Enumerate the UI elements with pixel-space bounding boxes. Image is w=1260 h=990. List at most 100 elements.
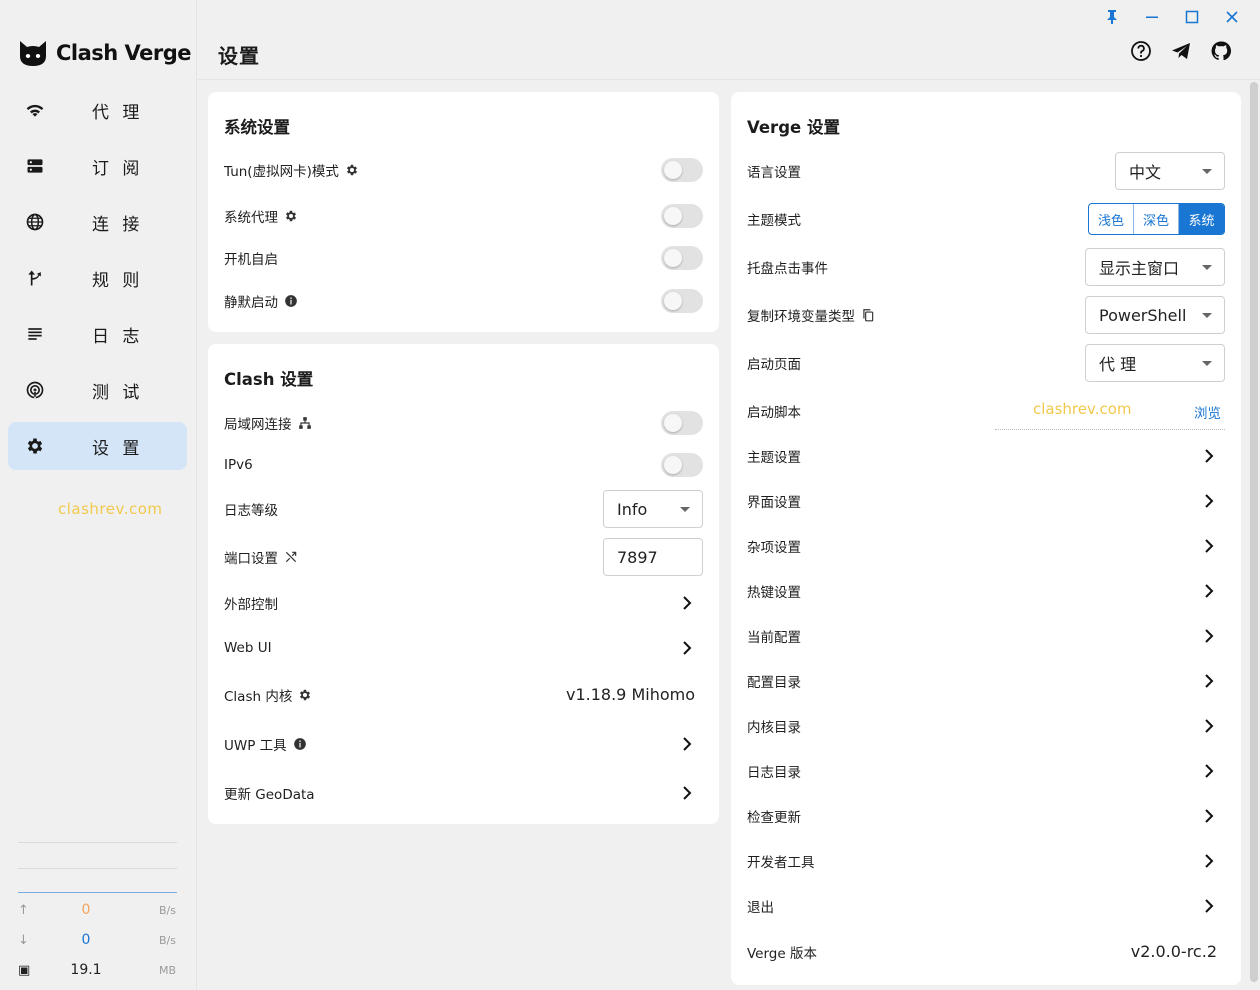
link-row-config-dir[interactable]: 配置目录 — [747, 666, 1225, 696]
auto-launch-toggle[interactable] — [661, 246, 703, 270]
sidebar-item-settings[interactable]: 设 置 — [8, 422, 187, 470]
external-control-label: 外部控制 — [224, 597, 278, 613]
link-label: 内核目录 — [747, 720, 801, 736]
download-speed: ↓ 0 B/s — [18, 932, 177, 948]
verge-version-label: Verge 版本 — [747, 946, 817, 962]
verge-version-row: Verge 版本 v2.0.0-rc.2 — [747, 937, 1225, 967]
lan-toggle[interactable] — [661, 411, 703, 435]
lan-row: 局域网连接 — [224, 408, 703, 438]
sidebar-item-proxy[interactable]: 代 理 — [8, 86, 187, 134]
app-name: Clash Verge — [56, 41, 192, 65]
copy-env-value: PowerShell — [1099, 305, 1187, 325]
sidebar-item-label: 代 理 — [92, 102, 144, 123]
start-script-input[interactable]: clashrev.com 浏览 — [995, 392, 1225, 430]
sidebar-item-rules[interactable]: 规 则 — [8, 254, 187, 302]
log-level-select[interactable]: Info — [603, 490, 703, 528]
link-row-check-update[interactable]: 检查更新 — [747, 801, 1225, 831]
header-actions — [1130, 40, 1232, 62]
gear-icon[interactable] — [284, 209, 298, 223]
theme-system-button[interactable]: 系统 — [1179, 204, 1224, 234]
help-icon[interactable] — [1130, 40, 1152, 62]
sidebar-item-logs[interactable]: 日 志 — [8, 310, 187, 358]
link-row-ui-settings[interactable]: 界面设置 — [747, 486, 1225, 516]
uwp-tool-label: UWP 工具 — [224, 738, 287, 754]
caret-down-icon — [1202, 265, 1212, 270]
system-proxy-toggle[interactable] — [661, 204, 703, 228]
link-row-current-config[interactable]: 当前配置 — [747, 621, 1225, 651]
sidebar-divider — [18, 868, 177, 869]
download-value: 0 — [81, 932, 91, 948]
start-page-select[interactable]: 代 理 — [1085, 344, 1225, 382]
silent-start-label: 静默启动 — [224, 295, 278, 311]
tray-click-label: 托盘点击事件 — [747, 261, 828, 277]
network-icon[interactable] — [298, 416, 312, 430]
sidebar-item-label: 规 则 — [92, 270, 144, 291]
copy-icon[interactable] — [861, 308, 875, 322]
memory-unit: MB — [158, 963, 176, 977]
route-icon — [24, 267, 46, 289]
sidebar: Clash Verge 代 理 订 阅 连 接 规 则 日 志 测 试 设 置 … — [0, 0, 197, 990]
traffic-graph-baseline — [18, 892, 177, 893]
gear-icon[interactable] — [298, 688, 312, 702]
link-row-core-dir[interactable]: 内核目录 — [747, 711, 1225, 741]
scrollbar[interactable] — [1250, 82, 1258, 982]
auto-launch-label: 开机自启 — [224, 252, 278, 268]
auto-launch-row: 开机自启 — [224, 243, 703, 273]
pin-icon[interactable] — [1092, 6, 1132, 28]
update-geodata-label: 更新 GeoData — [224, 787, 315, 803]
link-row-theme-settings[interactable]: 主题设置 — [747, 441, 1225, 471]
clash-core-version: v1.18.9 Mihomo — [566, 685, 695, 704]
link-label: 主题设置 — [747, 450, 801, 466]
copy-env-select[interactable]: PowerShell — [1085, 296, 1225, 334]
link-row-log-dir[interactable]: 日志目录 — [747, 756, 1225, 786]
chevron-right-icon — [1201, 763, 1217, 779]
link-row-exit[interactable]: 退出 — [747, 891, 1225, 921]
theme-dark-button[interactable]: 深色 — [1134, 204, 1179, 234]
telegram-icon[interactable] — [1170, 40, 1192, 62]
update-geodata-row[interactable]: 更新 GeoData — [224, 778, 703, 808]
browse-button[interactable]: 浏览 — [1194, 402, 1221, 422]
gear-icon[interactable] — [345, 163, 359, 177]
clash-core-row: Clash 内核 v1.18.9 Mihomo — [224, 680, 703, 710]
port-input[interactable]: 7897 — [603, 538, 703, 576]
external-control-row[interactable]: 外部控制 — [224, 588, 703, 618]
caret-down-icon — [1202, 169, 1212, 174]
script-watermark: clashrev.com — [1033, 400, 1132, 418]
link-row-devtools[interactable]: 开发者工具 — [747, 846, 1225, 876]
log-level-label: 日志等级 — [224, 503, 278, 519]
port-row: 端口设置 7897 — [224, 538, 703, 576]
maximize-icon[interactable] — [1172, 6, 1212, 28]
silent-start-toggle[interactable] — [661, 289, 703, 313]
upload-speed: ↑ 0 B/s — [18, 902, 177, 918]
info-icon[interactable] — [293, 737, 307, 751]
card-title: 系统设置 — [224, 118, 290, 137]
github-icon[interactable] — [1210, 40, 1232, 62]
ipv6-toggle[interactable] — [661, 453, 703, 477]
list-icon — [24, 323, 46, 345]
minimize-icon[interactable] — [1132, 6, 1172, 28]
tray-click-select[interactable]: 显示主窗口 — [1085, 248, 1225, 286]
web-ui-row[interactable]: Web UI — [224, 633, 703, 663]
card-title: Verge 设置 — [747, 118, 840, 137]
sidebar-item-profiles[interactable]: 订 阅 — [8, 142, 187, 190]
arrow-down-icon: ↓ — [18, 932, 29, 948]
start-page-label: 启动页面 — [747, 357, 801, 373]
tun-mode-toggle[interactable] — [661, 158, 703, 182]
info-icon[interactable] — [284, 294, 298, 308]
tray-click-value: 显示主窗口 — [1099, 259, 1180, 278]
link-row-hotkey-settings[interactable]: 热键设置 — [747, 576, 1225, 606]
sidebar-item-test[interactable]: 测 试 — [8, 366, 187, 414]
theme-light-button[interactable]: 浅色 — [1089, 204, 1134, 234]
sidebar-item-connections[interactable]: 连 接 — [8, 198, 187, 246]
port-label: 端口设置 — [224, 551, 278, 567]
link-label: 日志目录 — [747, 765, 801, 781]
uwp-tool-row[interactable]: UWP 工具 — [224, 729, 703, 759]
start-page-value: 代 理 — [1099, 355, 1137, 374]
link-row-misc-settings[interactable]: 杂项设置 — [747, 531, 1225, 561]
sidebar-item-label: 订 阅 — [92, 158, 144, 179]
shuffle-icon[interactable] — [284, 550, 298, 564]
language-select[interactable]: 中文 — [1115, 152, 1225, 190]
close-icon[interactable] — [1212, 6, 1252, 28]
chevron-right-icon — [679, 595, 695, 611]
system-proxy-row: 系统代理 — [224, 201, 703, 231]
